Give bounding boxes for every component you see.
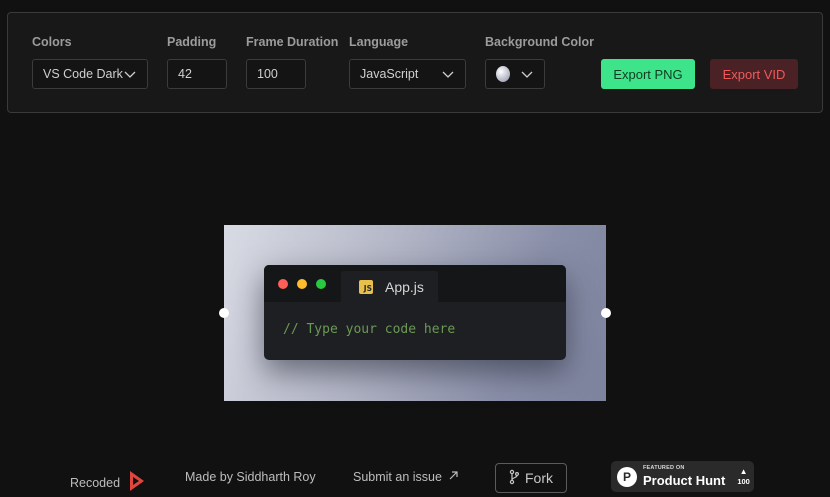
javascript-file-icon: JS (359, 279, 373, 294)
language-select[interactable]: JavaScript (349, 59, 466, 89)
frame-duration-input-value: 100 (257, 67, 278, 81)
color-swatch-icon (496, 66, 510, 82)
chevron-down-icon (441, 67, 455, 81)
export-vid-button[interactable]: Export VID (710, 59, 798, 89)
product-hunt-badge[interactable]: P FEATURED ON Product Hunt ▲ 100 (611, 461, 754, 492)
fork-label: Fork (525, 470, 553, 486)
product-hunt-logo-icon: P (617, 466, 637, 487)
file-tab[interactable]: JS App.js (341, 271, 438, 302)
file-tab-label: App.js (385, 278, 424, 295)
frame-duration-label: Frame Duration (246, 35, 339, 49)
recoded-label: Recoded (70, 475, 121, 490)
frame-duration-input[interactable]: 100 (246, 59, 306, 89)
language-select-value: JavaScript (360, 67, 419, 81)
resize-handle-right[interactable] (601, 308, 611, 318)
colors-select-value: VS Code Dark (43, 67, 123, 81)
submit-issue-label: Submit an issue (353, 470, 442, 484)
minimize-dot-icon (297, 279, 307, 289)
recoded-link[interactable]: Recoded (70, 470, 146, 495)
upvote-count: ▲ 100 (737, 466, 750, 486)
external-link-arrow-icon (448, 470, 459, 484)
background-color-label: Background Color (485, 35, 595, 49)
toolbar: Colors VS Code Dark Padding 42 Frame Dur… (7, 12, 823, 113)
code-window: JS App.js // Type your code here (264, 265, 566, 360)
vote-count: 100 (737, 476, 750, 486)
made-by-text[interactable]: Made by Siddharth Roy (185, 470, 316, 484)
background-color-select[interactable] (485, 59, 545, 89)
fork-button[interactable]: Fork (495, 463, 567, 493)
git-fork-icon (509, 469, 519, 488)
maximize-dot-icon (316, 279, 326, 289)
colors-select[interactable]: VS Code Dark (32, 59, 148, 89)
submit-issue-link[interactable]: Submit an issue (353, 470, 459, 484)
export-png-button[interactable]: Export PNG (601, 59, 695, 89)
language-label: Language (349, 35, 409, 49)
window-titlebar: JS App.js (264, 265, 566, 302)
chevron-down-icon (123, 67, 137, 81)
resize-handle-left[interactable] (219, 308, 229, 318)
code-editor[interactable]: // Type your code here (283, 322, 455, 337)
product-hunt-name: Product Hunt (643, 472, 726, 488)
product-hunt-text: FEATURED ON Product Hunt (643, 466, 725, 487)
chevron-down-icon (520, 67, 534, 81)
recoded-logo-icon (128, 470, 146, 495)
colors-label: Colors (32, 35, 72, 49)
padding-input[interactable]: 42 (167, 59, 227, 89)
padding-input-value: 42 (178, 67, 192, 81)
upvote-arrow-icon: ▲ (739, 466, 748, 476)
close-dot-icon (278, 279, 288, 289)
padding-label: Padding (167, 35, 217, 49)
featured-on-label: FEATURED ON (643, 465, 685, 472)
